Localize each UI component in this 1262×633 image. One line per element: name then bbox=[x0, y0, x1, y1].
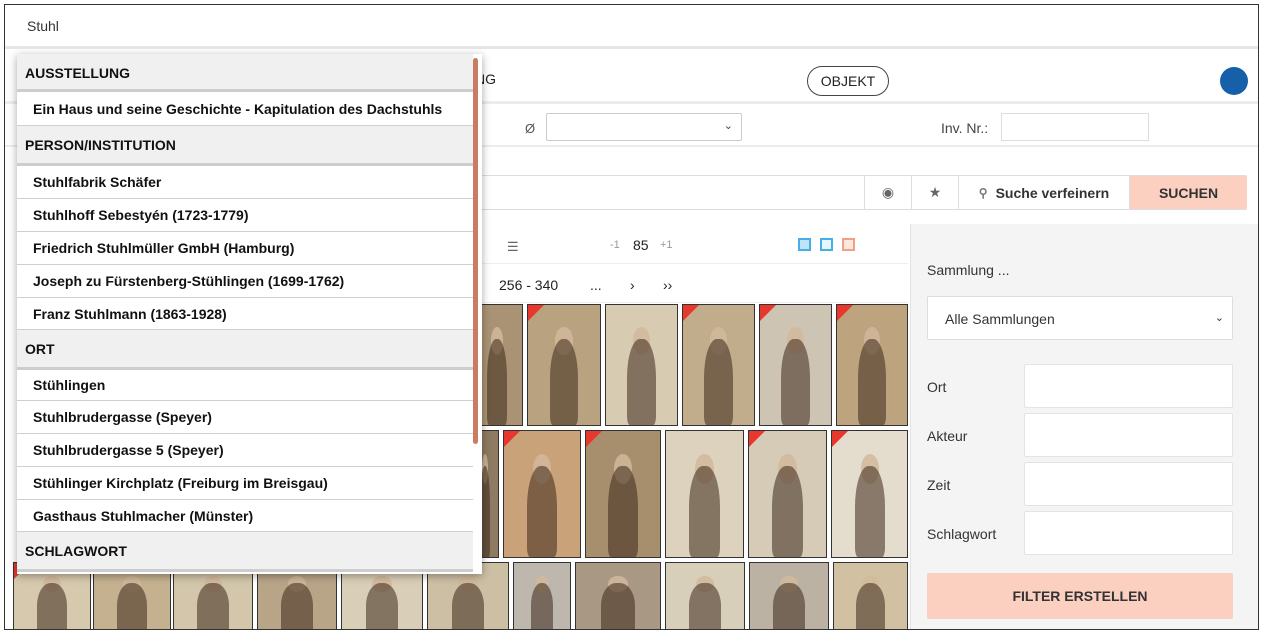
dropdown-item[interactable]: Ein Haus und seine Geschichte - Kapitula… bbox=[17, 92, 473, 126]
keyword-label: Schlagwort bbox=[927, 526, 997, 542]
refine-search-button[interactable]: ⚲ Suche verfeinern bbox=[958, 176, 1129, 209]
zoom-in-button[interactable]: +1 bbox=[660, 239, 673, 251]
actor-input[interactable] bbox=[1024, 413, 1233, 457]
result-thumbnail[interactable] bbox=[665, 562, 745, 629]
pagination: 256 - 340 ... › ›› bbox=[463, 267, 908, 303]
inventory-number-label: Inv. Nr.: bbox=[941, 120, 989, 136]
eye-icon[interactable]: ◉ bbox=[864, 176, 911, 209]
dropdown-item[interactable]: Friedrich Stuhlmüller GmbH (Hamburg) bbox=[17, 232, 473, 265]
app-window: Stuhl NG OBJEKT Ø ⌄ Inv. Nr.: ◉ ★ ⚲ Such… bbox=[4, 4, 1259, 630]
result-thumbnail[interactable] bbox=[503, 430, 581, 558]
result-thumbnail[interactable] bbox=[748, 430, 827, 558]
dropdown-item[interactable]: Stuhlbrudergasse (Speyer) bbox=[17, 401, 473, 434]
dropdown-category: SCHLAGWORT bbox=[17, 532, 473, 572]
dropdown-category: PERSON/INSTITUTION bbox=[17, 126, 473, 166]
collection-label: Sammlung ... bbox=[927, 262, 1010, 278]
page-ellipsis[interactable]: ... bbox=[590, 277, 602, 293]
refine-search-label: Suche verfeinern bbox=[995, 184, 1110, 201]
results-toolbar: ☰ -1 85 +1 bbox=[463, 228, 908, 264]
inventory-number-input[interactable] bbox=[1001, 113, 1149, 141]
zoom-value: 85 bbox=[633, 237, 649, 253]
grid-view-icon[interactable] bbox=[798, 238, 811, 251]
next-page-button[interactable]: › bbox=[630, 277, 635, 293]
result-thumbnail[interactable] bbox=[682, 304, 755, 426]
dropdown-item[interactable]: Stuhlbrudergasse 5 (Speyer) bbox=[17, 434, 473, 467]
result-thumbnail[interactable] bbox=[585, 430, 661, 558]
list-view-icon[interactable]: ☰ bbox=[507, 239, 519, 255]
result-thumbnail[interactable] bbox=[836, 304, 908, 426]
place-input[interactable] bbox=[1024, 364, 1233, 408]
dropdown-item[interactable]: Stühlingen bbox=[17, 370, 473, 401]
grid-view-alt-icon[interactable] bbox=[820, 238, 833, 251]
zoom-out-button[interactable]: -1 bbox=[610, 239, 620, 251]
search-icon: ⚲ bbox=[978, 185, 988, 200]
create-filter-button[interactable]: FILTER ERSTELLEN bbox=[927, 573, 1233, 619]
dropdown-scrollbar[interactable] bbox=[473, 58, 478, 444]
result-thumbnail[interactable] bbox=[749, 562, 829, 629]
autocomplete-dropdown: AUSSTELLUNG Ein Haus und seine Geschicht… bbox=[17, 54, 482, 574]
dropdown-category: ORT bbox=[17, 330, 473, 370]
dropdown-item[interactable]: Gasthaus Stuhlmacher (Münster) bbox=[17, 500, 473, 532]
search-action-bar: ◉ ★ ⚲ Suche verfeinern SUCHEN bbox=[463, 175, 1247, 210]
diameter-label: Ø bbox=[525, 121, 536, 136]
chevron-down-icon: ⌄ bbox=[1214, 312, 1224, 324]
time-label: Zeit bbox=[927, 477, 951, 493]
dropdown-item[interactable]: Franz Stuhlmann (1863-1928) bbox=[17, 298, 473, 330]
nav-tab-objekt[interactable]: OBJEKT bbox=[807, 66, 889, 96]
dropdown-item[interactable]: Joseph zu Fürstenberg-Stühlingen (1699-1… bbox=[17, 265, 473, 298]
keyword-input[interactable] bbox=[1024, 511, 1233, 555]
search-query-text[interactable]: Stuhl bbox=[27, 18, 59, 34]
chevron-down-icon: ⌄ bbox=[723, 120, 733, 132]
place-label: Ort bbox=[927, 379, 947, 395]
result-thumbnail[interactable] bbox=[605, 304, 678, 426]
last-page-button[interactable]: ›› bbox=[663, 277, 672, 293]
time-input[interactable] bbox=[1024, 462, 1233, 506]
dropdown-item[interactable]: Stühlinger Kirchplatz (Freiburg im Breis… bbox=[17, 467, 473, 500]
result-thumbnail[interactable] bbox=[759, 304, 832, 426]
result-thumbnail[interactable] bbox=[833, 562, 908, 629]
diameter-select[interactable]: ⌄ bbox=[546, 113, 742, 141]
result-thumbnail[interactable] bbox=[831, 430, 908, 558]
result-thumbnail[interactable] bbox=[575, 562, 661, 629]
page-range[interactable]: 256 - 340 bbox=[499, 277, 558, 293]
result-thumbnail[interactable] bbox=[665, 430, 744, 558]
star-icon[interactable]: ★ bbox=[911, 176, 958, 209]
dropdown-item[interactable]: Stuhlhoff Sebestyén (1723-1779) bbox=[17, 199, 473, 232]
collection-select[interactable]: Alle Sammlungen ⌄ bbox=[927, 296, 1233, 340]
dropdown-category: AUSSTELLUNG bbox=[17, 54, 473, 92]
filter-panel: Sammlung ... Alle Sammlungen ⌄ Ort Akteu… bbox=[910, 224, 1258, 629]
result-thumbnail[interactable] bbox=[513, 562, 571, 629]
masonry-view-icon[interactable] bbox=[842, 238, 855, 251]
result-thumbnail[interactable] bbox=[527, 304, 601, 426]
dropdown-item[interactable]: Stuhlfabrik Schäfer bbox=[17, 166, 473, 199]
search-query-bar[interactable]: Stuhl bbox=[5, 5, 1258, 49]
collection-selected-value: Alle Sammlungen bbox=[945, 311, 1055, 327]
user-avatar[interactable] bbox=[1220, 67, 1248, 95]
actor-label: Akteur bbox=[927, 428, 968, 444]
search-button[interactable]: SUCHEN bbox=[1129, 176, 1247, 209]
